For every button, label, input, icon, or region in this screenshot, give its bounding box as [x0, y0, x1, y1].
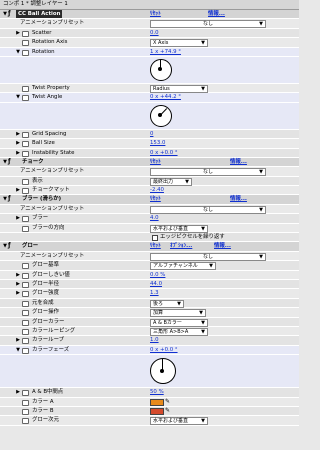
- effect-blur[interactable]: ▼ ƒ ブラー (滑らか) ﾘｾｯﾄ 情報...: [0, 195, 299, 205]
- info-link[interactable]: 情報...: [208, 10, 225, 18]
- stopwatch-icon[interactable]: [22, 131, 29, 138]
- stopwatch-icon[interactable]: [22, 272, 29, 279]
- stopwatch-icon[interactable]: [22, 150, 29, 157]
- stopwatch-icon[interactable]: [22, 338, 29, 345]
- rotation-axis-dropdown[interactable]: X Axis ▼: [150, 39, 208, 48]
- fx-icon[interactable]: ƒ: [8, 195, 11, 203]
- expand-triangle-icon[interactable]: ▼: [14, 48, 22, 56]
- edge-repeat-checkbox[interactable]: [152, 235, 158, 242]
- effect-name[interactable]: CC Ball Action: [16, 10, 63, 19]
- stopwatch-icon[interactable]: [22, 390, 29, 397]
- stopwatch-icon[interactable]: [22, 281, 29, 288]
- stopwatch-icon[interactable]: [22, 408, 29, 415]
- reset-link[interactable]: ﾘｾｯﾄ: [150, 10, 161, 18]
- fx-icon[interactable]: ƒ: [8, 158, 11, 166]
- stopwatch-icon[interactable]: [22, 49, 29, 56]
- stopwatch-icon[interactable]: [22, 30, 29, 37]
- scatter-value[interactable]: 0.0: [150, 29, 159, 37]
- chevron-down-icon: ▼: [259, 21, 263, 28]
- rotation-dial[interactable]: [0, 56, 299, 84]
- stopwatch-icon[interactable]: [22, 328, 29, 335]
- stopwatch-icon[interactable]: [22, 216, 29, 223]
- stopwatch-icon[interactable]: [22, 291, 29, 298]
- color-phase-dial[interactable]: [0, 355, 299, 389]
- expand-triangle-icon[interactable]: ▶: [14, 29, 22, 37]
- color-b-swatch[interactable]: [150, 407, 164, 415]
- eyedropper-icon[interactable]: ✎: [165, 407, 170, 415]
- stopwatch-icon[interactable]: [22, 399, 29, 406]
- preset-dropdown[interactable]: なし ▼: [150, 20, 266, 29]
- stopwatch-icon[interactable]: [22, 310, 29, 317]
- stopwatch-icon[interactable]: [22, 95, 29, 102]
- stopwatch-icon[interactable]: [22, 300, 29, 307]
- color-a-swatch[interactable]: [150, 398, 164, 406]
- stopwatch-icon[interactable]: [22, 188, 29, 195]
- twist-angle-dial[interactable]: [0, 102, 299, 130]
- fx-icon[interactable]: ƒ: [8, 242, 11, 250]
- twist-angle-value[interactable]: 0 x +44.2 °: [150, 93, 181, 101]
- expand-triangle-icon[interactable]: ▼: [14, 93, 22, 101]
- effect-cc-ball-action[interactable]: ▼ ƒ CC Ball Action ﾘｾｯﾄ 情報...: [0, 10, 299, 20]
- fx-icon[interactable]: ƒ: [8, 10, 11, 18]
- rotation-value[interactable]: 1 x +74.9 °: [150, 48, 181, 56]
- stopwatch-icon[interactable]: [22, 225, 29, 232]
- effect-glow[interactable]: ▼ ƒ グロー ﾘｾｯﾄ ｵﾌﾟｼｮﾝ... 情報...: [0, 242, 299, 252]
- stopwatch-icon[interactable]: [22, 178, 29, 185]
- stopwatch-icon[interactable]: [22, 418, 29, 425]
- label: アニメーションプリセット: [20, 20, 85, 27]
- effect-chalk[interactable]: ▼ ƒ チョーク ﾘｾｯﾄ 情報...: [0, 157, 299, 168]
- eyedropper-icon[interactable]: ✎: [165, 398, 170, 406]
- stopwatch-icon[interactable]: [22, 40, 29, 47]
- stopwatch-icon[interactable]: [22, 347, 29, 354]
- stopwatch-icon[interactable]: [22, 263, 29, 270]
- stopwatch-icon[interactable]: [22, 85, 29, 92]
- stopwatch-icon[interactable]: [22, 141, 29, 148]
- twist-property-dropdown[interactable]: Radius ▼: [150, 84, 208, 93]
- stopwatch-icon[interactable]: [22, 319, 29, 326]
- panel-title: コンポ 1 * 調整レイヤー 1: [0, 0, 299, 10]
